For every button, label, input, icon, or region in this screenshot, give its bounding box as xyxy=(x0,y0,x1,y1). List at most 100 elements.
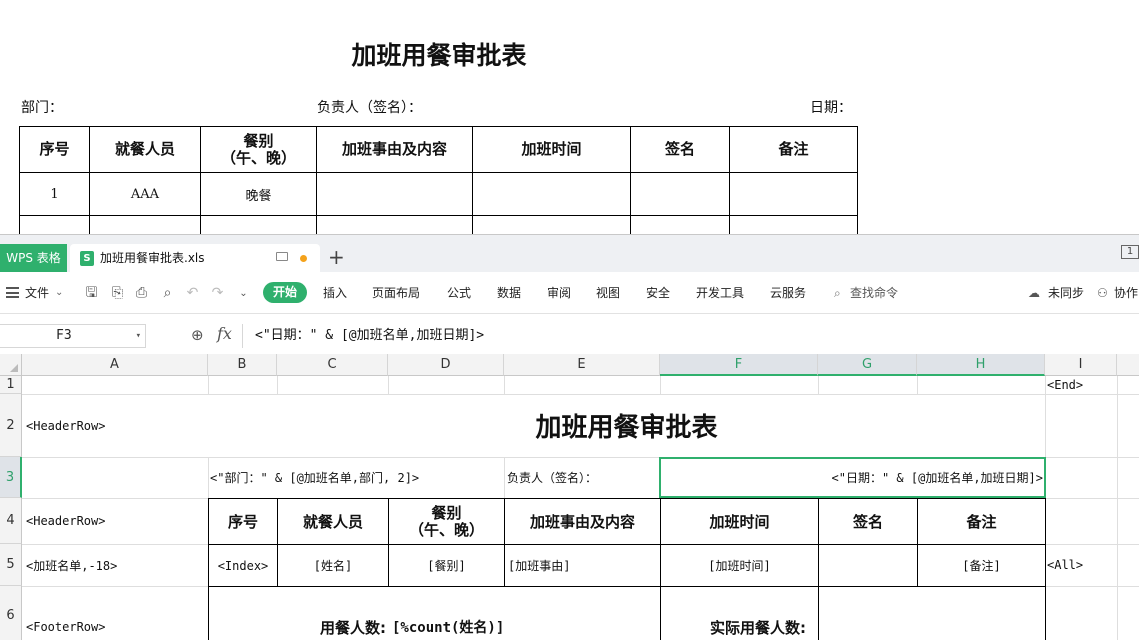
tab-start[interactable]: 开始 xyxy=(263,282,307,303)
column-header-i[interactable]: I xyxy=(1045,354,1117,376)
undo-icon[interactable]: ↶ xyxy=(185,286,200,301)
preview-cell xyxy=(472,172,631,216)
cell-b3[interactable]: <"部门：" & [@加班名单,部门, 2]> xyxy=(210,457,419,498)
tab-page-layout[interactable]: 页面布局 xyxy=(372,272,420,314)
hamburger-icon[interactable] xyxy=(6,287,19,298)
preview-date-label: 日期： xyxy=(810,100,852,116)
cell-i5[interactable]: <All> xyxy=(1047,544,1083,586)
redo-icon[interactable]: ↷ xyxy=(210,286,225,301)
header-cell-signature[interactable]: 签名 xyxy=(818,498,918,545)
print-preview-icon[interactable]: ⌕ xyxy=(160,286,175,301)
tab-cloud[interactable]: 云服务 xyxy=(770,272,806,314)
gridline xyxy=(388,376,389,394)
function-icon[interactable]: fx xyxy=(217,324,232,343)
chevron-down-icon[interactable]: ⌄ xyxy=(55,272,63,314)
new-tab-button[interactable]: + xyxy=(328,246,345,268)
cell-a4[interactable]: <HeaderRow> xyxy=(26,498,105,544)
cell-b5[interactable]: <Index> xyxy=(208,544,278,587)
row-header-5[interactable]: 5 xyxy=(0,544,22,586)
cloud-icon[interactable]: ☁ xyxy=(1028,272,1040,314)
wps-home-tab[interactable]: WPS 表格 xyxy=(0,244,67,273)
tab-data[interactable]: 数据 xyxy=(497,272,521,314)
gridline xyxy=(504,376,505,394)
tab-view[interactable]: 视图 xyxy=(596,272,620,314)
save-icon[interactable]: 🖫 xyxy=(84,286,99,301)
column-header-a[interactable]: A xyxy=(22,354,208,376)
search-icon[interactable]: ⌕ xyxy=(834,272,841,314)
unsaved-dot-icon xyxy=(300,255,307,262)
spreadsheet-icon: S xyxy=(80,251,94,266)
cell-d6[interactable]: [%count(姓名)] xyxy=(392,586,504,640)
gridline xyxy=(660,376,661,394)
cell-d5[interactable]: [餐别] xyxy=(388,544,505,587)
cell-g5[interactable] xyxy=(818,544,918,587)
column-header-c[interactable]: C xyxy=(277,354,388,376)
header-cell-meal[interactable]: 餐别 （午、晚） xyxy=(388,498,505,545)
spreadsheet-grid[interactable]: A B C D E F G H I 1 2 3 4 5 6 <End> <Hea… xyxy=(0,354,1139,640)
formula-input[interactable]: <"日期：" & [@加班名单,加班日期]> xyxy=(242,324,1139,348)
collab-button[interactable]: 协作 xyxy=(1114,272,1138,314)
gridline xyxy=(208,376,209,394)
tab-bar: WPS 表格 S 加班用餐审批表.xls + 1 xyxy=(0,234,1139,273)
formula-bar: F3 ▾ ⊕ fx <"日期：" & [@加班名单,加班日期]> xyxy=(0,320,1139,350)
chevron-down-icon[interactable]: ▾ xyxy=(136,325,141,347)
header-cell-remark[interactable]: 备注 xyxy=(917,498,1046,545)
print-icon[interactable]: ⎙ xyxy=(134,286,149,301)
row-header-1[interactable]: 1 xyxy=(0,376,22,394)
cell-a2[interactable]: <HeaderRow> xyxy=(26,394,105,457)
name-box[interactable]: F3 ▾ xyxy=(0,324,146,348)
header-cell-time[interactable]: 加班时间 xyxy=(660,498,819,545)
gridline xyxy=(1117,376,1118,640)
column-header-j[interactable] xyxy=(1117,354,1139,376)
search-command[interactable]: 查找命令 xyxy=(850,272,898,314)
cell-a6[interactable]: <FooterRow> xyxy=(26,586,105,640)
row-header-2[interactable]: 2 xyxy=(0,394,22,457)
header-cell-index[interactable]: 序号 xyxy=(208,498,278,545)
tab-formulas[interactable]: 公式 xyxy=(447,272,471,314)
border-line xyxy=(818,586,819,640)
cell-f6[interactable]: 实际用餐人数: xyxy=(660,586,806,640)
preview-owner-label: 负责人（签名）： xyxy=(317,100,422,116)
tab-review[interactable]: 审阅 xyxy=(547,272,571,314)
document-tab[interactable]: S 加班用餐审批表.xls xyxy=(70,244,320,273)
cell-f5[interactable]: [加班时间] xyxy=(660,544,819,587)
preview-header-cell: 就餐人员 xyxy=(89,126,201,173)
header-cell-reason[interactable]: 加班事由及内容 xyxy=(504,498,661,545)
window-switch-button[interactable]: 1 xyxy=(1121,245,1139,259)
row-header-3[interactable]: 3 xyxy=(0,457,22,498)
monitor-icon[interactable] xyxy=(276,252,288,261)
row-header-4[interactable]: 4 xyxy=(0,498,22,544)
preview-cell xyxy=(630,172,730,216)
column-header-g[interactable]: G xyxy=(818,354,917,376)
column-header-d[interactable]: D xyxy=(388,354,504,376)
user-icon[interactable]: ⚇ xyxy=(1097,272,1108,314)
preview-header-cell: 备注 xyxy=(729,126,858,173)
export-icon[interactable]: ⎘ xyxy=(110,286,125,301)
cell-e3[interactable]: 负责人（签名）： xyxy=(507,457,597,498)
tab-developer[interactable]: 开发工具 xyxy=(696,272,744,314)
more-dropdown-icon[interactable]: ⌄ xyxy=(236,286,251,301)
column-header-f[interactable]: F xyxy=(660,354,818,376)
menu-file[interactable]: 文件 xyxy=(25,272,49,314)
column-header-h[interactable]: H xyxy=(917,354,1045,376)
column-header-b[interactable]: B xyxy=(208,354,277,376)
tab-insert[interactable]: 插入 xyxy=(323,272,347,314)
zoom-icon[interactable]: ⊕ xyxy=(191,326,204,344)
sync-status[interactable]: 未同步 xyxy=(1048,272,1084,314)
column-header-e[interactable]: E xyxy=(504,354,660,376)
cell-c6[interactable]: 用餐人数: xyxy=(277,586,386,640)
cell-reference: F3 xyxy=(56,328,72,343)
preview-cell: AAA xyxy=(89,172,201,216)
select-all-corner[interactable] xyxy=(0,354,22,376)
cell-a5[interactable]: <加班名单,-18> xyxy=(26,544,117,586)
header-cell-diner[interactable]: 就餐人员 xyxy=(277,498,389,545)
preview-header-cell: 餐别 （午、晚） xyxy=(200,126,317,173)
cell-h5[interactable]: [备注] xyxy=(917,544,1046,587)
cell-c5[interactable]: [姓名] xyxy=(277,544,389,587)
cell-e5[interactable]: [加班事由] xyxy=(504,544,661,587)
preview-header-cell: 序号 xyxy=(19,126,90,173)
tab-security[interactable]: 安全 xyxy=(646,272,670,314)
cell-i1[interactable]: <End> xyxy=(1047,376,1083,394)
row-header-6[interactable]: 6 xyxy=(0,586,22,640)
sheet-title[interactable]: 加班用餐审批表 xyxy=(208,394,1045,457)
